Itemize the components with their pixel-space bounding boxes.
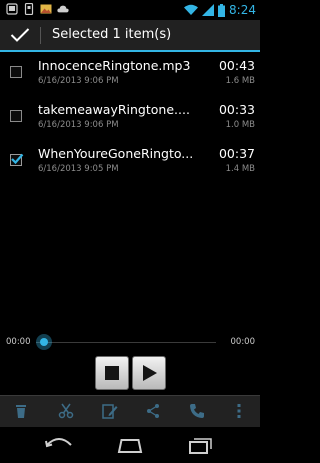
stop-button[interactable] (95, 356, 129, 390)
overflow-menu-button[interactable] (222, 396, 256, 427)
navigation-bar (0, 427, 260, 463)
recent-apps-button[interactable] (175, 427, 227, 463)
file-duration: 00:37 (218, 146, 255, 161)
battery-icon (218, 3, 226, 17)
play-icon (143, 365, 157, 381)
cut-button[interactable] (49, 396, 83, 427)
phone-mockup-icon (6, 3, 18, 15)
wifi-icon (184, 4, 199, 15)
checkmark-icon (10, 28, 30, 42)
file-size: 1.4 MB (225, 164, 255, 174)
ringtone-list: InnocenceRingtone.mp3 6/16/2013 9:06 PM … (0, 52, 260, 184)
file-name: InnocenceRingtone.mp3 (38, 58, 191, 73)
list-item[interactable]: WhenYoureGoneRingto... 6/16/2013 9:05 PM… (0, 140, 260, 184)
stop-icon (105, 366, 119, 380)
home-icon (117, 439, 143, 453)
file-duration: 00:33 (218, 102, 255, 117)
seek-bar-track[interactable] (36, 342, 216, 343)
edit-icon (102, 404, 118, 419)
total-time: 00:00 (230, 337, 256, 347)
file-name: WhenYoureGoneRingto... (38, 146, 194, 161)
cloud-icon (57, 5, 69, 13)
contextual-action-bar: Selected 1 item(s) (0, 20, 260, 52)
selection-title: Selected 1 item(s) (52, 27, 172, 42)
play-button[interactable] (132, 356, 166, 390)
image-icon (40, 4, 52, 14)
file-duration: 00:43 (218, 58, 255, 73)
status-bar: 8:24 (0, 0, 260, 20)
file-date: 6/16/2013 9:05 PM (38, 164, 119, 174)
overflow-menu-icon (237, 404, 241, 418)
phone-icon (190, 404, 204, 418)
item-checkbox[interactable] (10, 66, 22, 78)
set-ringtone-button[interactable] (180, 396, 214, 427)
list-item[interactable]: InnocenceRingtone.mp3 6/16/2013 9:06 PM … (0, 52, 260, 96)
done-button[interactable] (0, 20, 40, 50)
file-size: 1.6 MB (225, 76, 255, 86)
signal-icon (202, 4, 215, 16)
share-button[interactable] (136, 396, 170, 427)
clock: 8:24 (229, 3, 256, 17)
list-item[interactable]: takemeawayRingtone.... 6/16/2013 9:06 PM… (0, 96, 260, 140)
back-button[interactable] (33, 427, 85, 463)
file-size: 1.0 MB (225, 120, 255, 130)
recent-apps-icon (189, 438, 212, 454)
file-date: 6/16/2013 9:06 PM (38, 120, 119, 130)
notification-icons (6, 3, 69, 15)
trash-icon (16, 405, 26, 418)
cut-icon (58, 403, 74, 419)
back-icon (45, 438, 72, 448)
action-bar-divider (40, 27, 41, 44)
share-icon (147, 404, 159, 418)
file-date: 6/16/2013 9:06 PM (38, 76, 119, 86)
delete-button[interactable] (4, 396, 38, 427)
item-checkbox[interactable] (10, 153, 24, 166)
bottom-action-bar (0, 395, 260, 427)
sim-card-icon (24, 3, 34, 15)
checkmark-icon (11, 153, 24, 165)
home-button[interactable] (104, 427, 156, 463)
item-checkbox[interactable] (10, 110, 22, 122)
edit-button[interactable] (93, 396, 127, 427)
current-time: 00:00 (6, 337, 31, 347)
file-name: takemeawayRingtone.... (38, 102, 190, 117)
seek-bar-thumb[interactable] (36, 334, 52, 350)
